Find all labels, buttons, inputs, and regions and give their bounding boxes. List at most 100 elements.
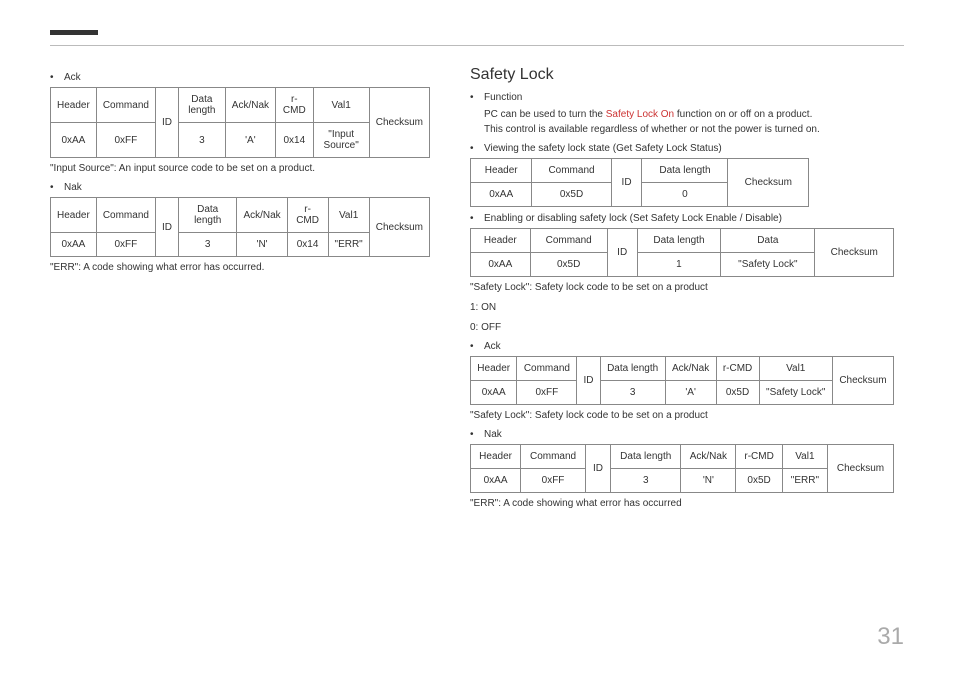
right-nak-table: Header Command ID Data length Ack/Nak r-…: [470, 444, 894, 493]
right-set-table: Header Command ID Data length Data Check…: [470, 228, 894, 277]
bullet-text: Nak: [64, 182, 82, 193]
th-checksum: Checksum: [815, 229, 894, 277]
td: "Safety Lock": [759, 381, 832, 405]
text: function on or off on a product.: [674, 109, 812, 120]
bullet-dot-icon: •: [470, 143, 484, 154]
bullet-text: Ack: [64, 72, 81, 83]
td: "ERR": [328, 233, 369, 257]
td: 0xAA: [471, 253, 531, 277]
left-column: • Ack Header Command ID Data length Ack/…: [50, 66, 430, 517]
bullet-dot-icon: •: [470, 92, 484, 103]
td: 'A': [225, 123, 275, 158]
th: Header: [51, 88, 97, 123]
left-ack-table: Header Command ID Data length Ack/Nak r-…: [50, 87, 430, 158]
th: Command: [521, 445, 586, 469]
td: 0xAA: [51, 123, 97, 158]
text: This control is available regardless of …: [484, 124, 820, 135]
th: Data length: [611, 445, 681, 469]
value-on: 1: ON: [470, 301, 894, 315]
bullet-nak: • Nak: [50, 182, 430, 193]
function-description: PC can be used to turn the Safety Lock O…: [484, 107, 894, 137]
td: 0x14: [276, 123, 314, 158]
bullet-dot-icon: •: [470, 213, 484, 224]
right-view-table: Header Command ID Data length Checksum 0…: [470, 158, 809, 207]
note-text: "ERR": A code showing what error has occ…: [50, 261, 430, 275]
section-title: Safety Lock: [470, 66, 894, 84]
bullet-ack: • Ack: [470, 341, 894, 352]
bullet-text: Nak: [484, 429, 502, 440]
th: Data length: [600, 357, 665, 381]
td: 1: [637, 253, 721, 277]
th: Header: [471, 445, 521, 469]
th: Ack/Nak: [237, 198, 287, 233]
td: 'N': [681, 469, 736, 493]
th: Command: [96, 88, 155, 123]
value-off: 0: OFF: [470, 321, 894, 335]
td: 0xFF: [96, 123, 155, 158]
td: 0: [642, 183, 728, 207]
td: 3: [178, 123, 225, 158]
th: Val1: [759, 357, 832, 381]
bullet-dot-icon: •: [50, 182, 64, 193]
th: Header: [471, 229, 531, 253]
bullet-dot-icon: •: [470, 341, 484, 352]
horizontal-rule: [50, 45, 904, 46]
bullet-function: • Function: [470, 92, 894, 103]
bullet-text: Enabling or disabling safety lock (Set S…: [484, 213, 782, 224]
th: Data length: [178, 198, 236, 233]
td: 3: [178, 233, 236, 257]
note-text: "Safety Lock": Safety lock code to be se…: [470, 281, 894, 295]
th-checksum: Checksum: [827, 445, 893, 493]
right-column: Safety Lock • Function PC can be used to…: [470, 66, 894, 517]
highlight-text: Safety Lock On: [606, 109, 674, 120]
th: Data length: [642, 159, 728, 183]
th: r-CMD: [276, 88, 314, 123]
th: Header: [51, 198, 97, 233]
th: Ack/Nak: [681, 445, 736, 469]
th: Val1: [782, 445, 827, 469]
bullet-dot-icon: •: [50, 72, 64, 83]
bullet-nak: • Nak: [470, 429, 894, 440]
th-id: ID: [607, 229, 637, 277]
right-ack-table: Header Command ID Data length Ack/Nak r-…: [470, 356, 894, 405]
left-nak-table: Header Command ID Data length Ack/Nak r-…: [50, 197, 430, 257]
section-marker: [50, 30, 98, 35]
td: 0xAA: [471, 183, 532, 207]
td: 0x5D: [736, 469, 782, 493]
th: Data: [721, 229, 815, 253]
td: 0x5D: [716, 381, 759, 405]
td: 3: [611, 469, 681, 493]
bullet-text: Function: [484, 92, 522, 103]
th: Data length: [637, 229, 721, 253]
td: 0xFF: [521, 469, 586, 493]
th-id: ID: [155, 198, 178, 257]
text: PC can be used to turn the: [484, 109, 606, 120]
th: Command: [96, 198, 155, 233]
bullet-text: Ack: [484, 341, 501, 352]
bullet-ack: • Ack: [50, 72, 430, 83]
th: Header: [471, 357, 517, 381]
th-id: ID: [577, 357, 600, 405]
th: Command: [517, 357, 577, 381]
th-id: ID: [611, 159, 642, 207]
td: "Input Source": [313, 123, 369, 158]
td: "Safety Lock": [721, 253, 815, 277]
note-text: "Safety Lock": Safety lock code to be se…: [470, 409, 894, 423]
th: Ack/Nak: [665, 357, 716, 381]
th-id: ID: [155, 88, 178, 158]
td: 0x5D: [530, 253, 607, 277]
page-number: 31: [877, 623, 904, 651]
td: 0xAA: [471, 381, 517, 405]
note-text: "Input Source": An input source code to …: [50, 162, 430, 176]
th-checksum: Checksum: [728, 159, 809, 207]
bullet-text: Viewing the safety lock state (Get Safet…: [484, 143, 722, 154]
th: Command: [532, 159, 611, 183]
th: Command: [530, 229, 607, 253]
th: r-CMD: [287, 198, 328, 233]
th-checksum: Checksum: [832, 357, 893, 405]
th: Header: [471, 159, 532, 183]
th: Ack/Nak: [225, 88, 275, 123]
td: "ERR": [782, 469, 827, 493]
note-text: "ERR": A code showing what error has occ…: [470, 497, 894, 511]
td: 0xAA: [471, 469, 521, 493]
